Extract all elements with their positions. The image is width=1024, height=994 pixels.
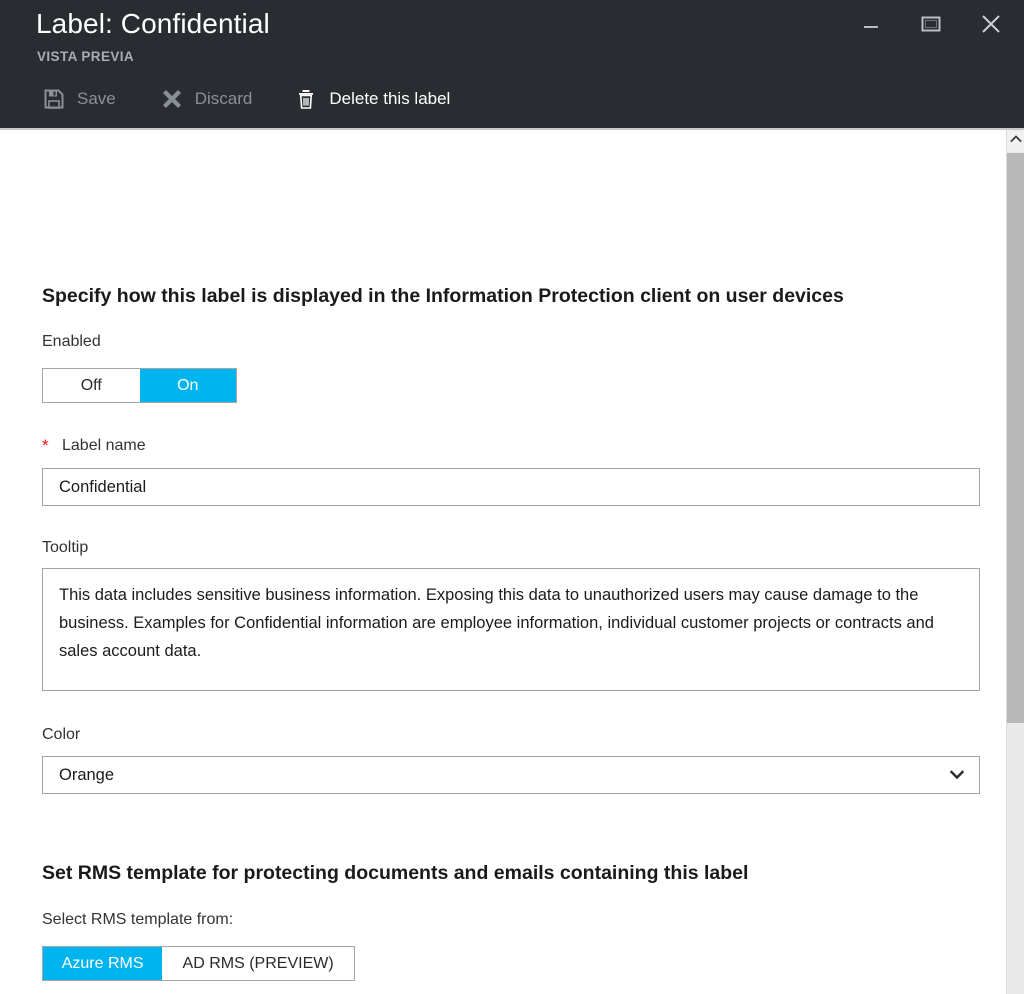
title-bar: Label: Confidential VISTA PREVIA Save Di… bbox=[0, 0, 1024, 128]
enabled-label: Enabled bbox=[42, 333, 101, 350]
scroll-up-button[interactable] bbox=[1007, 130, 1024, 152]
discard-label: Discard bbox=[194, 89, 253, 108]
label-name-input[interactable] bbox=[42, 468, 980, 506]
minimize-icon bbox=[860, 13, 882, 35]
rms-option-ad[interactable]: AD RMS (PREVIEW) bbox=[162, 947, 354, 980]
page-subtitle: VISTA PREVIA bbox=[37, 49, 135, 64]
minimize-button[interactable] bbox=[848, 2, 894, 46]
enabled-toggle[interactable]: Off On bbox=[42, 368, 237, 403]
page-title: Label: Confidential bbox=[36, 8, 270, 39]
save-label: Save bbox=[77, 89, 116, 108]
trash-icon bbox=[294, 87, 318, 111]
rms-source-toggle[interactable]: Azure RMS AD RMS (PREVIEW) bbox=[42, 946, 355, 981]
restore-icon bbox=[919, 12, 943, 36]
required-asterisk: * bbox=[42, 436, 49, 455]
chevron-down-icon bbox=[935, 766, 979, 784]
delete-label-button[interactable]: Delete this label bbox=[294, 84, 450, 114]
tooltip-label: Tooltip bbox=[42, 539, 89, 556]
form-content: Specify how this label is displayed in t… bbox=[0, 130, 1006, 994]
display-section-heading: Specify how this label is displayed in t… bbox=[42, 285, 844, 307]
save-floppy-icon bbox=[42, 87, 66, 111]
label-editor-window: Label: Confidential VISTA PREVIA Save Di… bbox=[0, 0, 1024, 994]
restore-button[interactable] bbox=[908, 2, 954, 46]
close-icon bbox=[978, 11, 1004, 37]
rms-section-heading: Set RMS template for protecting document… bbox=[42, 862, 749, 884]
tooltip-textarea[interactable] bbox=[42, 568, 980, 691]
label-name-label: Label name bbox=[62, 437, 146, 454]
delete-label-text: Delete this label bbox=[329, 89, 451, 108]
enabled-option-on[interactable]: On bbox=[139, 369, 236, 402]
color-label: Color bbox=[42, 726, 81, 743]
vertical-scrollbar[interactable] bbox=[1006, 130, 1024, 994]
command-toolbar: Save Discard Delete this label bbox=[0, 84, 450, 128]
discard-x-icon bbox=[160, 87, 184, 111]
close-button[interactable] bbox=[968, 2, 1014, 46]
discard-button[interactable]: Discard bbox=[160, 84, 253, 114]
color-dropdown[interactable]: Orange bbox=[42, 756, 980, 794]
rms-source-label: Select RMS template from: bbox=[42, 911, 234, 928]
rms-option-azure[interactable]: Azure RMS bbox=[43, 947, 163, 980]
color-dropdown-value: Orange bbox=[59, 765, 115, 784]
scrollbar-thumb[interactable] bbox=[1007, 153, 1024, 723]
chevron-up-icon bbox=[1009, 132, 1022, 150]
save-button[interactable]: Save bbox=[42, 84, 116, 114]
enabled-option-off[interactable]: Off bbox=[43, 369, 140, 402]
window-controls bbox=[848, 0, 1024, 48]
